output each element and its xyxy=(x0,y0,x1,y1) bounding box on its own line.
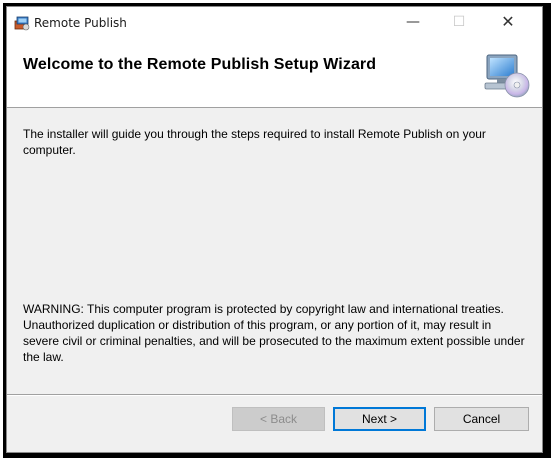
close-button[interactable]: ✕ xyxy=(485,7,531,37)
minimize-button[interactable]: — xyxy=(390,7,436,37)
maximize-button[interactable]: ☐ xyxy=(436,7,482,37)
back-button[interactable]: < Back xyxy=(232,407,325,431)
wizard-banner: Welcome to the Remote Publish Setup Wiza… xyxy=(7,37,542,108)
title-bar[interactable]: Remote Publish — ☐ ✕ xyxy=(7,7,542,37)
window-title: Remote Publish xyxy=(34,16,127,30)
footer-divider xyxy=(7,394,542,396)
cancel-button[interactable]: Cancel xyxy=(434,407,529,431)
computer-cd-icon xyxy=(481,51,531,99)
installer-icon xyxy=(14,15,30,31)
copyright-warning: WARNING: This computer program is protec… xyxy=(23,302,525,364)
page-title: Welcome to the Remote Publish Setup Wiza… xyxy=(23,56,377,73)
setup-wizard-window: Remote Publish — ☐ ✕ Welcome to the Remo… xyxy=(6,6,543,453)
next-button[interactable]: Next > xyxy=(333,407,426,431)
intro-text: The installer will guide you through the… xyxy=(23,127,486,157)
